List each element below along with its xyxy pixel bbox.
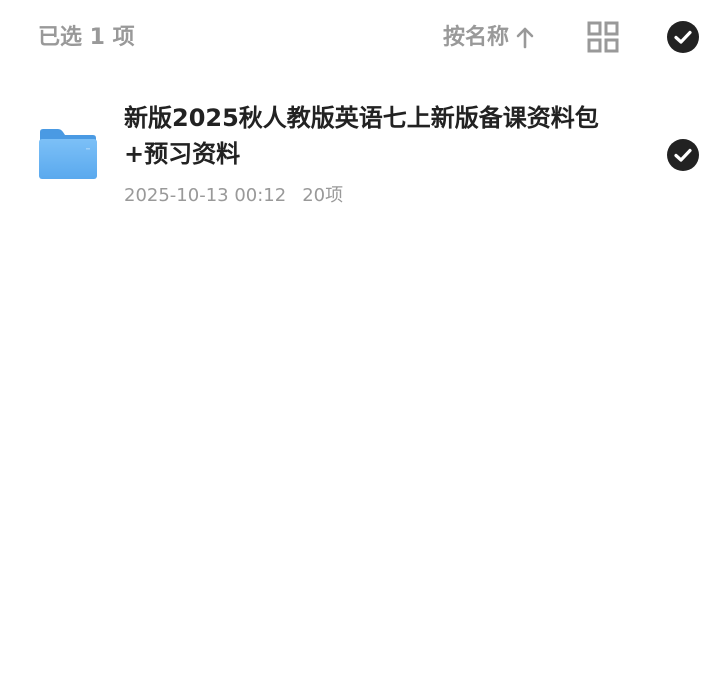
file-date: 2025-10-13 00:12: [124, 185, 287, 206]
sort-by-name-button[interactable]: 按名称: [443, 22, 535, 54]
select-all-checkbox[interactable]: [667, 21, 699, 53]
check-icon: [674, 30, 692, 44]
file-meta: 2025-10-13 00:12 20项: [124, 182, 343, 210]
selection-header: 已选 1 项 按名称: [0, 0, 714, 78]
file-row[interactable]: 新版2025秋人教版英语七上新版备课资料包+预习资料 2025-10-13 00…: [0, 90, 714, 220]
arrow-up-icon: [516, 27, 534, 49]
file-select-checkbox[interactable]: [667, 139, 699, 171]
file-item-count: 20项: [302, 185, 344, 206]
grid-view-icon[interactable]: [587, 21, 619, 53]
sort-label: 按名称: [443, 25, 510, 50]
folder-icon: [39, 129, 97, 179]
file-name: 新版2025秋人教版英语七上新版备课资料包+预习资料: [124, 104, 599, 168]
selected-count-label: 已选 1 项: [38, 25, 135, 50]
check-icon: [674, 148, 692, 162]
